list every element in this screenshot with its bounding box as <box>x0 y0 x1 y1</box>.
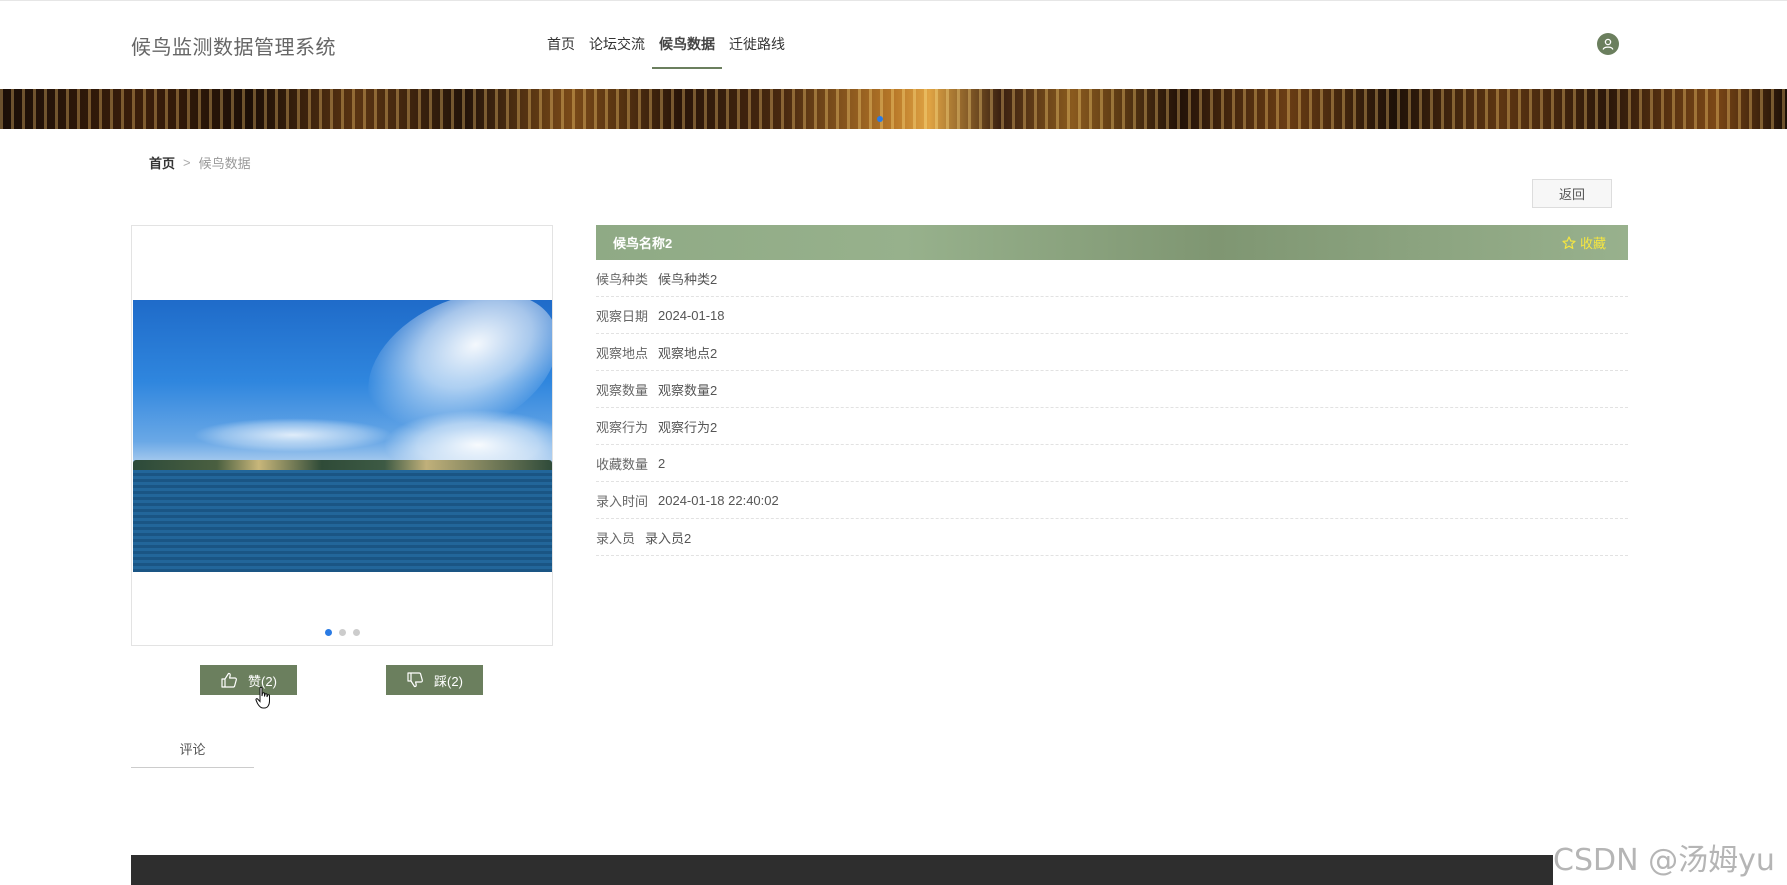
nav-bird-data[interactable]: 候鸟数据 <box>652 27 722 69</box>
breadcrumb-home[interactable]: 首页 <box>149 153 175 172</box>
field-value: 2024-01-18 22:40:02 <box>658 492 779 508</box>
dislike-button[interactable]: 踩(2) <box>386 665 483 695</box>
field-label: 录入员 <box>596 530 636 546</box>
favorite-label: 收藏 <box>1579 236 1606 251</box>
field-label: 观察地点 <box>596 345 649 361</box>
field-row-favorite-count: 收藏数量 2 <box>596 445 1628 482</box>
cloud <box>193 418 393 452</box>
nav-migration-route[interactable]: 迁徙路线 <box>722 27 792 69</box>
field-label: 观察数量 <box>596 382 649 398</box>
city-banner <box>0 89 1787 129</box>
field-row-observe-count: 观察数量 观察数量2 <box>596 371 1628 408</box>
carousel-dots <box>325 629 360 636</box>
dislike-count-label: 踩(2) <box>434 673 463 689</box>
image-carousel <box>131 225 553 646</box>
field-label: 观察行为 <box>596 419 649 435</box>
field-row-observe-date: 观察日期 2024-01-18 <box>596 297 1628 334</box>
field-row-entry-staff: 录入员 录入员2 <box>596 519 1628 556</box>
main-nav: 首页 论坛交流 候鸟数据 迁徙路线 <box>540 27 792 69</box>
bird-detail-panel: 候鸟名称2 收藏 候鸟种类 候鸟种类2 观察日期 2024-01-18 观察地点… <box>596 225 1628 556</box>
field-value: 观察地点2 <box>658 345 718 361</box>
carousel-dot-1[interactable] <box>325 629 332 636</box>
field-row-observe-location: 观察地点 观察地点2 <box>596 334 1628 371</box>
carousel-photo-lake <box>133 300 552 572</box>
footer-bar <box>131 855 1553 885</box>
field-value: 2 <box>658 455 666 471</box>
like-button[interactable]: 赞(2) <box>200 665 297 695</box>
field-label: 候鸟种类 <box>596 271 649 287</box>
carousel-dot-2[interactable] <box>339 629 346 636</box>
field-value: 观察行为2 <box>658 419 718 435</box>
thumbs-up-icon <box>221 672 238 688</box>
field-label: 观察日期 <box>596 308 649 324</box>
star-icon <box>1562 235 1576 249</box>
user-avatar-icon[interactable] <box>1597 33 1619 55</box>
detail-header: 候鸟名称2 收藏 <box>596 225 1628 260</box>
favorite-button[interactable]: 收藏 <box>1562 233 1606 252</box>
watermark: CSDN @汤姆yu <box>1553 843 1775 878</box>
field-row-entry-time: 录入时间 2024-01-18 22:40:02 <box>596 482 1628 519</box>
banner-indicator-dot[interactable] <box>877 116 883 122</box>
tab-comments[interactable]: 评论 <box>131 730 254 768</box>
field-value: 2024-01-18 <box>658 307 725 323</box>
nav-home[interactable]: 首页 <box>540 27 582 69</box>
breadcrumb-separator: > <box>183 155 191 170</box>
field-row-species: 候鸟种类 候鸟种类2 <box>596 260 1628 297</box>
breadcrumb: 首页 > 候鸟数据 <box>149 153 251 172</box>
top-header: 候鸟监测数据管理系统 首页 论坛交流 候鸟数据 迁徙路线 <box>0 0 1787 89</box>
site-title: 候鸟监测数据管理系统 <box>131 37 336 59</box>
hand-cursor-icon <box>255 686 270 709</box>
thumbs-down-icon <box>407 672 424 688</box>
lake-water <box>133 470 552 572</box>
field-value: 候鸟种类2 <box>658 271 718 287</box>
field-value: 录入员2 <box>645 530 692 546</box>
carousel-dot-3[interactable] <box>353 629 360 636</box>
field-row-observe-behavior: 观察行为 观察行为2 <box>596 408 1628 445</box>
banner-lights <box>0 89 1787 129</box>
field-value: 观察数量2 <box>658 382 718 398</box>
bird-name-title: 候鸟名称2 <box>613 236 673 251</box>
nav-forum[interactable]: 论坛交流 <box>582 27 652 69</box>
back-button[interactable]: 返回 <box>1532 179 1612 208</box>
field-label: 收藏数量 <box>596 456 649 472</box>
horizon-land <box>133 460 552 470</box>
field-label: 录入时间 <box>596 493 649 509</box>
user-icon <box>1602 38 1614 50</box>
breadcrumb-current: 候鸟数据 <box>198 156 251 171</box>
